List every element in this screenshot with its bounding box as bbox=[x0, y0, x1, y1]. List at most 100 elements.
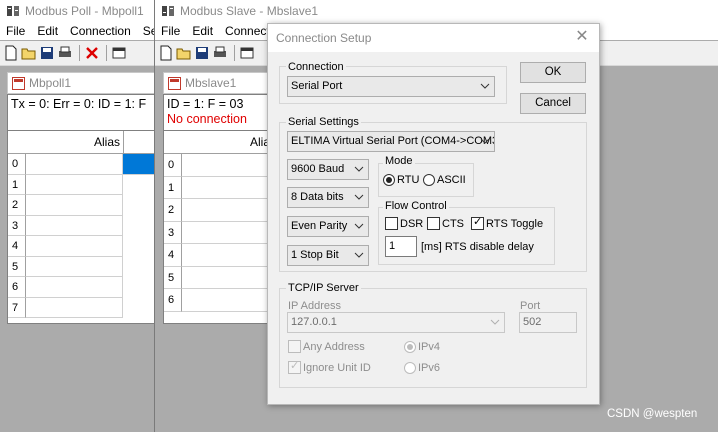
modbus-poll-window: Modbus Poll - Mbpoll1 File Edit Connecti… bbox=[0, 0, 157, 432]
mode-ascii-radio[interactable] bbox=[423, 174, 435, 186]
parity-select[interactable]: Even Parity bbox=[287, 216, 369, 237]
dialog-title: Connection Setup bbox=[276, 31, 372, 45]
chevron-down-icon bbox=[354, 166, 364, 172]
save-icon[interactable] bbox=[194, 45, 210, 61]
modbus-doc-icon bbox=[168, 76, 181, 90]
ipv4-label: IPv4 bbox=[418, 341, 441, 353]
poll-child-window: Mbpoll1 Tx = 0: Err = 0: ID = 1: F Alias… bbox=[7, 72, 157, 324]
dialog-titlebar[interactable]: Connection Setup ✕ bbox=[268, 24, 599, 52]
toolbar-separator bbox=[79, 45, 80, 61]
table-row[interactable] bbox=[26, 297, 123, 318]
ok-button[interactable]: OK bbox=[520, 62, 586, 83]
table-row[interactable] bbox=[26, 174, 123, 195]
poll-menu-edit[interactable]: Edit bbox=[31, 24, 64, 38]
delete-icon[interactable] bbox=[84, 45, 100, 61]
row-number: 7 bbox=[8, 297, 26, 318]
port-input[interactable]: 502 bbox=[519, 312, 577, 333]
any-address-label: Any Address bbox=[303, 341, 365, 353]
row-number: 2 bbox=[8, 195, 26, 216]
poll-child-title: Mbpoll1 bbox=[29, 76, 72, 90]
row-number: 3 bbox=[164, 221, 182, 244]
poll-title: Modbus Poll - Mbpoll1 bbox=[25, 4, 144, 18]
poll-titlebar[interactable]: Modbus Poll - Mbpoll1 bbox=[0, 0, 154, 22]
table-row[interactable] bbox=[26, 236, 123, 257]
cancel-button[interactable]: Cancel bbox=[520, 93, 586, 114]
open-folder-icon[interactable] bbox=[21, 45, 37, 61]
serial-port-select[interactable]: ELTIMA Virtual Serial Port (COM4->COM3) bbox=[287, 131, 495, 152]
ignore-unit-id-checkbox[interactable]: ✓ bbox=[288, 360, 301, 374]
table-row[interactable] bbox=[26, 256, 123, 277]
rts-toggle-checkbox[interactable]: ✓ bbox=[471, 216, 484, 230]
any-address-checkbox[interactable] bbox=[288, 340, 301, 353]
ip-address-select[interactable]: 127.0.0.1 bbox=[287, 312, 505, 333]
ignore-unit-id-label: Ignore Unit ID bbox=[303, 362, 371, 374]
stop-bits-select[interactable]: 1 Stop Bit bbox=[287, 245, 369, 266]
poll-data-grid: Alias 01234567 bbox=[7, 130, 157, 324]
row-number: 1 bbox=[164, 176, 182, 199]
row-number: 4 bbox=[164, 244, 182, 267]
poll-header-divider bbox=[123, 131, 124, 153]
mode-ascii-label: ASCII bbox=[437, 174, 466, 186]
parity-value: Even Parity bbox=[291, 220, 348, 232]
row-number: 3 bbox=[8, 215, 26, 236]
open-folder-icon[interactable] bbox=[176, 45, 192, 61]
serial-port-value: ELTIMA Virtual Serial Port (COM4->COM3) bbox=[291, 135, 495, 147]
ipv6-radio[interactable] bbox=[404, 362, 416, 374]
table-row[interactable] bbox=[26, 154, 123, 175]
mode-rtu-label: RTU bbox=[397, 174, 420, 186]
print-icon[interactable] bbox=[57, 45, 73, 61]
toolbar-separator bbox=[234, 45, 235, 61]
row-number: 0 bbox=[8, 154, 26, 175]
checkmark-icon: ✓ bbox=[473, 216, 483, 228]
chevron-down-icon bbox=[480, 138, 490, 144]
mode-rtu-radio[interactable] bbox=[383, 174, 395, 186]
tcp-ip-label: TCP/IP Server bbox=[286, 282, 361, 295]
table-row[interactable] bbox=[26, 195, 123, 216]
ipv4-radio[interactable] bbox=[404, 341, 416, 353]
slave-menu-file[interactable]: File bbox=[155, 24, 186, 38]
table-row[interactable] bbox=[26, 215, 123, 236]
cts-label: CTS bbox=[442, 218, 464, 230]
modbus-slave-app-icon bbox=[162, 6, 174, 16]
slave-titlebar[interactable]: Modbus Slave - Mbslave1 bbox=[155, 0, 718, 22]
data-bits-value: 8 Data bits bbox=[291, 191, 344, 203]
new-file-icon[interactable] bbox=[3, 45, 19, 61]
poll-grid-header: Alias bbox=[8, 131, 156, 154]
ip-address-label: IP Address bbox=[288, 300, 341, 312]
save-icon[interactable] bbox=[39, 45, 55, 61]
row-number: 1 bbox=[8, 174, 26, 195]
mode-group-label: Mode bbox=[383, 155, 415, 168]
cts-checkbox[interactable] bbox=[427, 217, 440, 230]
chevron-down-icon bbox=[490, 319, 500, 325]
poll-menubar: File Edit Connection Se bbox=[0, 22, 157, 40]
poll-menu-connection[interactable]: Connection bbox=[64, 24, 137, 38]
checkmark-icon: ✓ bbox=[290, 360, 300, 372]
data-bits-select[interactable]: 8 Data bits bbox=[287, 187, 369, 208]
connection-type-select[interactable]: Serial Port bbox=[287, 76, 495, 97]
poll-toolbar bbox=[0, 41, 154, 66]
slave-child-title: Mbslave1 bbox=[185, 76, 237, 90]
chevron-down-icon bbox=[354, 194, 364, 200]
print-icon[interactable] bbox=[212, 45, 228, 61]
connection-type-value: Serial Port bbox=[291, 80, 343, 92]
window-icon[interactable] bbox=[239, 45, 255, 61]
row-number: 2 bbox=[164, 199, 182, 222]
modbus-poll-app-icon bbox=[7, 6, 19, 16]
ip-address-value: 127.0.0.1 bbox=[291, 316, 337, 328]
dsr-checkbox[interactable] bbox=[385, 217, 398, 230]
poll-status-text: Tx = 0: Err = 0: ID = 1: F bbox=[11, 97, 147, 111]
rts-delay-input[interactable]: 1 bbox=[385, 236, 417, 257]
slave-menu-edit[interactable]: Edit bbox=[186, 24, 219, 38]
row-number: 0 bbox=[164, 154, 182, 177]
close-icon[interactable]: ✕ bbox=[574, 29, 590, 45]
table-row[interactable] bbox=[26, 277, 123, 298]
selected-value-cell[interactable] bbox=[123, 154, 156, 175]
rts-toggle-label: RTS Toggle bbox=[486, 218, 544, 230]
poll-menu-file[interactable]: File bbox=[0, 24, 31, 38]
poll-child-titlebar[interactable]: Mbpoll1 bbox=[7, 72, 157, 94]
poll-alias-header: Alias bbox=[94, 135, 121, 149]
new-file-icon[interactable] bbox=[158, 45, 174, 61]
window-icon[interactable] bbox=[111, 45, 127, 61]
baud-rate-select[interactable]: 9600 Baud bbox=[287, 159, 369, 180]
port-label: Port bbox=[520, 300, 541, 312]
